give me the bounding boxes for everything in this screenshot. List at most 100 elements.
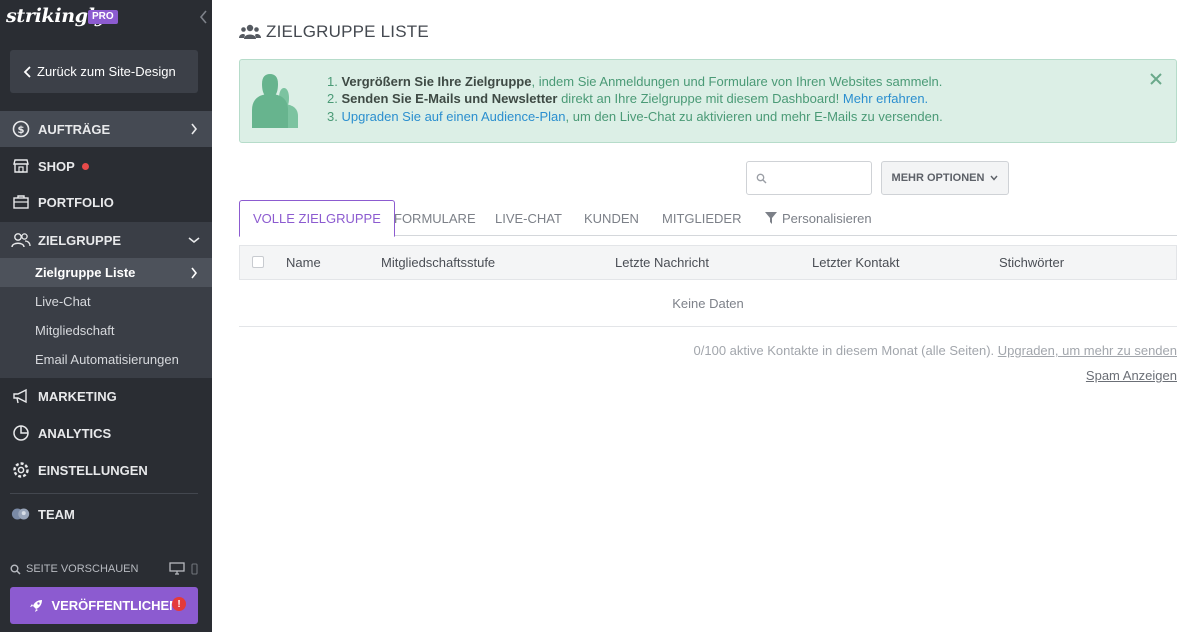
app: strikingly PRO Zurück zum Site-Design $ … — [0, 0, 1191, 632]
banner-line-3: 3. Upgraden Sie auf einen Audience-Plan,… — [327, 108, 943, 125]
list-number: 2. — [327, 91, 338, 107]
tab-label: VOLLE ZIELGRUPPE — [253, 211, 381, 226]
sidebar-item-marketing[interactable]: MARKETING — [0, 378, 212, 414]
subitem-label: Zielgruppe Liste — [35, 265, 136, 280]
sidebar-item-label: ANALYTICS — [38, 425, 112, 441]
tab-volle-zielgruppe[interactable]: VOLLE ZIELGRUPPE — [239, 200, 395, 237]
subitem-label: Mitgliedschaft — [35, 323, 115, 338]
banner-text: , um den Live-Chat zu aktivieren und meh… — [565, 108, 943, 124]
table-header: Name Mitgliedschaftsstufe Letzte Nachric… — [239, 245, 1177, 280]
chevron-down-icon — [188, 237, 200, 244]
contacts-usage-text: 0/100 aktive Kontakte in diesem Monat (a… — [693, 343, 995, 358]
chevron-left-icon — [23, 65, 31, 78]
search-icon — [756, 173, 767, 184]
filter-icon — [765, 212, 777, 224]
chevron-down-icon — [990, 175, 998, 181]
sidebar-subitem-zielgruppe-liste[interactable]: Zielgruppe Liste — [0, 258, 212, 287]
sidebar-item-label: PORTFOLIO — [38, 194, 114, 210]
pro-badge: PRO — [88, 10, 118, 24]
tab-formulare[interactable]: FORMULARE — [394, 200, 476, 236]
briefcase-icon — [11, 192, 31, 212]
back-to-site-design-button[interactable]: Zurück zum Site-Design — [10, 50, 198, 93]
tab-personalisieren[interactable]: Personalisieren — [765, 200, 872, 236]
team-avatar-icon — [11, 504, 31, 524]
rocket-icon — [30, 599, 43, 612]
device-toggles — [169, 562, 198, 575]
sidebar-item-label: EINSTELLUNGEN — [38, 462, 148, 478]
upgrade-plan-link[interactable]: Upgraden Sie auf einen Audience-Plan — [341, 109, 565, 124]
tab-kunden[interactable]: KUNDEN — [584, 200, 639, 236]
tab-mitglieder[interactable]: MITGLIEDER — [662, 200, 741, 236]
sidebar-item-team[interactable]: TEAM — [0, 496, 212, 532]
page-title-text: ZIELGRUPPE LISTE — [266, 22, 429, 41]
list-number: 3. — [327, 108, 338, 124]
tab-label: KUNDEN — [584, 210, 639, 226]
users-icon — [239, 24, 261, 39]
subitem-label: Live-Chat — [35, 294, 91, 309]
users-icon — [11, 230, 31, 250]
page-title: ZIELGRUPPE LISTE — [239, 21, 429, 43]
column-header-name[interactable]: Name — [286, 255, 321, 270]
select-all-checkbox[interactable] — [252, 256, 264, 268]
more-options-label: MEHR OPTIONEN — [891, 172, 985, 184]
list-number: 1. — [327, 74, 338, 89]
more-options-button[interactable]: MEHR OPTIONEN — [881, 161, 1009, 195]
upgrade-to-send-more-link[interactable]: Upgraden, um mehr zu senden — [998, 343, 1177, 358]
store-icon — [11, 156, 31, 176]
empty-state: Keine Daten — [239, 280, 1177, 327]
banner-bold-text: Senden Sie E-Mails und Newsletter — [341, 91, 558, 107]
desktop-icon[interactable] — [169, 562, 185, 575]
contacts-usage-note: 0/100 aktive Kontakte in diesem Monat (a… — [694, 343, 1177, 358]
sidebar-item-label: ZIELGRUPPE — [38, 232, 122, 248]
learn-more-link[interactable]: Mehr erfahren. — [843, 91, 928, 106]
column-header-tags[interactable]: Stichwörter — [999, 255, 1064, 270]
preview-label: SEITE VORSCHAUEN — [26, 563, 139, 575]
banner-text: direkt an Ihre Zielgruppe mit diesem Das… — [557, 91, 840, 107]
search-box — [746, 161, 872, 195]
main-content: ZIELGRUPPE LISTE 1. Vergrößern Sie Ihre … — [212, 0, 1191, 632]
sidebar-item-auftraege[interactable]: $ AUFTRÄGE — [0, 111, 212, 147]
dollar-circle-icon: $ — [11, 119, 31, 139]
banner-bold-text: Vergrößern Sie Ihre Zielgruppe — [341, 74, 532, 89]
tab-label: Personalisieren — [782, 210, 872, 226]
publish-label: VERÖFFENTLICHEN — [51, 598, 179, 613]
sidebar-subitem-mitgliedschaft[interactable]: Mitgliedschaft — [0, 316, 212, 345]
banner-line-1: 1. Vergrößern Sie Ihre Zielgruppe, indem… — [327, 73, 943, 90]
gear-icon — [11, 460, 31, 480]
sidebar-item-shop[interactable]: SHOP — [0, 148, 212, 184]
sidebar-item-label: AUFTRÄGE — [38, 121, 111, 137]
sidebar-item-analytics[interactable]: ANALYTICS — [0, 415, 212, 451]
audience-tabs: VOLLE ZIELGRUPPE FORMULARE LIVE-CHAT KUN… — [239, 200, 1177, 237]
banner-text: , indem Sie Anmeldungen und Formulare vo… — [531, 74, 943, 89]
banner-list: 1. Vergrößern Sie Ihre Zielgruppe, indem… — [327, 73, 943, 125]
tab-label: MITGLIEDER — [662, 210, 742, 226]
sidebar-item-zielgruppe[interactable]: ZIELGRUPPE — [0, 222, 212, 258]
column-header-last-message[interactable]: Letzte Nachricht — [615, 255, 709, 270]
preview-row[interactable]: SEITE VORSCHAUEN — [10, 562, 198, 576]
search-input[interactable] — [773, 168, 865, 188]
sidebar-subitem-email-automatisierungen[interactable]: Email Automatisierungen — [0, 345, 212, 374]
sidebar-divider — [10, 493, 198, 494]
notification-dot — [81, 162, 89, 170]
sidebar-subitem-live-chat[interactable]: Live-Chat — [0, 287, 212, 316]
sidebar-item-portfolio[interactable]: PORTFOLIO — [0, 184, 212, 220]
collapse-sidebar-icon[interactable] — [198, 9, 208, 25]
sidebar-item-einstellungen[interactable]: EINSTELLUNGEN — [0, 452, 212, 488]
mobile-icon[interactable] — [191, 562, 198, 575]
sidebar-item-label: SHOP — [38, 158, 75, 174]
close-icon[interactable] — [1149, 72, 1163, 86]
tab-live-chat[interactable]: LIVE-CHAT — [495, 200, 562, 236]
column-header-last-contact[interactable]: Letzter Kontakt — [812, 255, 899, 270]
column-header-membership[interactable]: Mitgliedschaftsstufe — [381, 255, 495, 270]
back-label: Zurück zum Site-Design — [37, 64, 176, 79]
svg-text:$: $ — [18, 125, 25, 136]
sidebar-item-label: MARKETING — [38, 388, 117, 404]
publish-button[interactable]: VERÖFFENTLICHEN ! — [10, 587, 198, 624]
chevron-right-icon — [191, 267, 198, 279]
spam-report-link[interactable]: Spam Anzeigen — [1086, 368, 1177, 383]
sidebar-item-label: TEAM — [38, 506, 75, 522]
chevron-right-icon — [191, 123, 198, 135]
info-banner: 1. Vergrößern Sie Ihre Zielgruppe, indem… — [239, 59, 1177, 143]
pie-chart-icon — [11, 423, 31, 443]
search-icon — [10, 564, 21, 575]
